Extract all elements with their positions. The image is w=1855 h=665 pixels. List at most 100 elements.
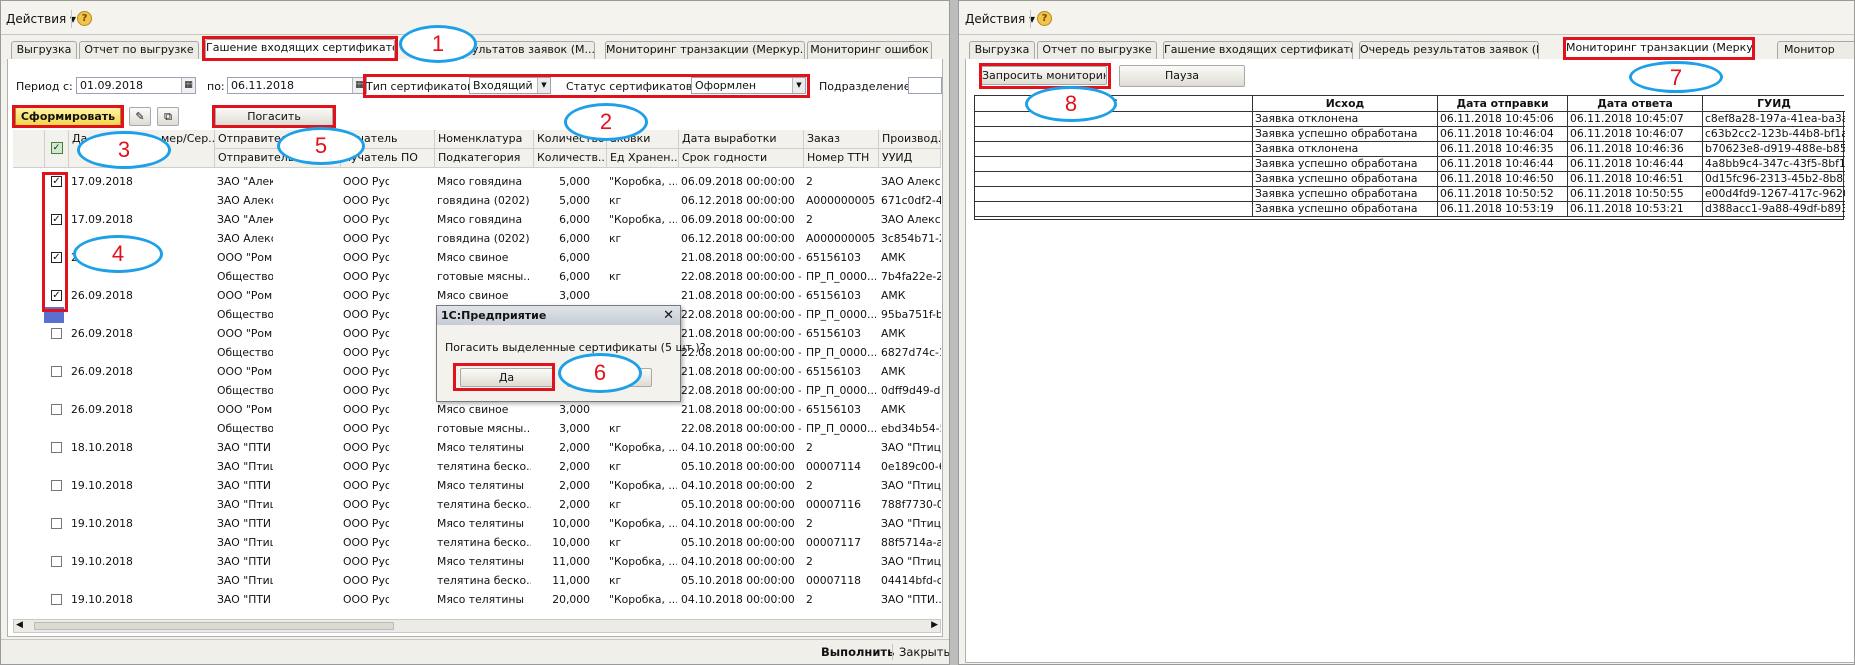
table-row[interactable]: ЗАО "Птиц ООО Руси телятина беско... 10,000… — [13, 535, 941, 551]
grid-header-production-date[interactable]: Дата выработки — [679, 130, 804, 149]
horizontal-scrollbar[interactable]: ◀ ▶ — [13, 619, 941, 633]
calendar-icon[interactable]: ▦ — [352, 78, 366, 93]
table-row[interactable]: 19.10.2018 ЗАО "ПТИ ООО Руси Мясо телятины 1… — [13, 516, 941, 532]
table-row[interactable]: 19.10.2018 ЗАО "ПТИ ООО Руси Мясо телятины 2… — [13, 478, 941, 494]
row-checkbox[interactable] — [51, 556, 62, 567]
tab-transaction-monitoring[interactable]: Мониторинг транзакции (Меркур... — [1565, 39, 1753, 60]
redeem-button[interactable]: Погасить — [215, 107, 333, 126]
cert-type-select[interactable]: Входящий ▼ — [469, 77, 551, 94]
tab-export[interactable]: Выгрузка — [11, 41, 77, 59]
scroll-left-icon[interactable]: ◀ — [16, 620, 23, 630]
grid-header-storage-unit[interactable]: Ед Хранен... — [607, 149, 679, 168]
table-row[interactable]: Общество ООО Руси готовые мясны... 3,000 кг 2… — [13, 421, 941, 437]
row-date: 18.10.2018 — [71, 441, 133, 454]
cell: ООО Руси — [343, 232, 389, 245]
tab-export-report[interactable]: Отчет по выгрузке — [1037, 41, 1157, 59]
table-row[interactable]: ЗАО "Птиц ООО Руси телятина беско... 11,000… — [13, 573, 941, 589]
table-row[interactable]: ЗАО Алекс ООО Руси говядина (0202) 5,000 кг 0… — [13, 193, 941, 209]
period-to-field[interactable]: 06.11.2018 ▦ — [227, 77, 367, 94]
tab-results-queue[interactable]: зультатов заявок (М... — [463, 41, 595, 59]
tab-redeem-incoming[interactable]: Гашение входящих сертификатов — [1163, 41, 1353, 59]
check-all-icon[interactable]: ✓ — [45, 130, 69, 168]
cell: 2 — [806, 593, 813, 606]
pause-button[interactable]: Пауза — [1119, 65, 1245, 87]
row-checkbox[interactable]: ✓ — [51, 176, 62, 187]
cell: Мясо свиное — [437, 403, 509, 416]
period-from-field[interactable]: 01.09.2018 ▦ — [76, 77, 196, 94]
table-row[interactable]: ЗАО "Птиц ООО Руси телятина беско... 2,000 к… — [13, 497, 941, 513]
row-checkbox[interactable] — [51, 442, 62, 453]
cell: Заявка отклонена — [1253, 112, 1438, 127]
generate-button[interactable]: Сформировать — [15, 107, 121, 126]
cell: Мясо телятины — [437, 555, 525, 568]
table-row[interactable]: ✓ 26.09.2018 ООО "Ром ООО Руси Мясо свиное 3,… — [13, 288, 941, 304]
grid-header-shelf-life[interactable]: Срок годности — [679, 149, 804, 168]
grid-header-nomenclature[interactable]: Номенклатура — [435, 130, 534, 149]
cell: АМК — [881, 365, 906, 378]
table-row[interactable]: Заявка успешно обработана 06.11.2018 10:5… — [975, 202, 1845, 217]
grid-header-quantity2[interactable]: Количеств... — [534, 149, 607, 168]
help-icon[interactable]: ? — [77, 11, 92, 26]
row-checkbox[interactable]: ✓ — [51, 214, 62, 225]
cell: кг — [609, 270, 622, 283]
tab-error-monitoring[interactable]: Мониторинг ошибок — [807, 41, 932, 59]
request-monitoring-button[interactable]: Запросить мониторинг — [981, 66, 1107, 85]
tab-results-queue[interactable]: Очередь результатов заявок (М... — [1359, 41, 1539, 59]
table-row[interactable]: Заявка успешно обработана 06.11.2018 10:5… — [975, 187, 1845, 202]
row-selector[interactable] — [44, 307, 64, 323]
scroll-thumb[interactable] — [34, 622, 394, 630]
row-checkbox[interactable]: ✓ — [51, 290, 62, 301]
table-row[interactable]: Заявка успешно обработана 06.11.2018 10:4… — [975, 172, 1845, 187]
division-field[interactable] — [908, 77, 942, 94]
tab-error-monitoring[interactable]: Монитор — [1777, 41, 1854, 59]
close-button[interactable]: Закрыть — [899, 645, 949, 659]
grid-header-uuid[interactable]: УУИД — [879, 149, 941, 168]
row-checkbox[interactable] — [51, 518, 62, 529]
row-checkbox[interactable]: ✓ — [51, 252, 62, 263]
table-row[interactable]: Заявка успешно обработана 06.11.2018 10:4… — [975, 157, 1845, 172]
table-row[interactable]: ✓ 17.09.2018 ЗАО "Алек ООО Руси Мясо говядин… — [13, 174, 941, 190]
tab-export-report[interactable]: Отчет по выгрузке — [79, 41, 199, 59]
tab-redeem-incoming[interactable]: Гашение входящих сертификатов — [205, 39, 395, 60]
table-row[interactable]: 19.10.2018 ЗАО "ПТИ ООО Руси Мясо телятины 1… — [13, 554, 941, 570]
row-checkbox[interactable] — [51, 366, 62, 377]
grid-header-producer[interactable]: Производ... — [879, 130, 941, 149]
scroll-right-icon[interactable]: ▶ — [931, 620, 938, 630]
grid-header-subcategory[interactable]: Подкатегория — [435, 149, 534, 168]
table-row[interactable]: Общество ООО Руси готовые мясны... 6,000 кг 2… — [13, 269, 941, 285]
row-checkbox[interactable] — [51, 328, 62, 339]
help-icon[interactable]: ? — [1037, 11, 1052, 26]
table-row[interactable]: ЗАО "Птиц ООО Руси телятина беско... 2,000 к… — [13, 459, 941, 475]
cert-status-select[interactable]: Оформлен ▼ — [691, 77, 806, 94]
copy-icon[interactable]: ⧉ — [157, 107, 179, 126]
row-checkbox[interactable] — [51, 480, 62, 491]
actions-menu[interactable]: Действия ▾ — [6, 12, 76, 26]
dialog-yes-button[interactable]: Да — [460, 368, 553, 387]
table-row[interactable]: 19.10.2018 ЗАО "ПТИ ООО Руси Мясо телятины 2… — [13, 592, 941, 608]
row-checkbox[interactable] — [51, 404, 62, 415]
cell: ПР_П_0000... — [806, 346, 876, 359]
col-header-sent-date[interactable]: Дата отправки — [1438, 96, 1568, 112]
execute-button[interactable]: Выполнить — [821, 645, 894, 659]
chevron-down-icon[interactable]: ▼ — [537, 78, 550, 93]
actions-menu[interactable]: Действия ▾ — [965, 12, 1035, 26]
row-checkbox[interactable] — [51, 594, 62, 605]
calendar-icon[interactable]: ▦ — [181, 78, 195, 93]
table-row[interactable]: 18.10.2018 ЗАО "ПТИ ООО Руси Мясо телятины 2… — [13, 440, 941, 456]
table-row[interactable]: ✓ 17.09.2018 ЗАО "Алек ООО Руси Мясо говядин… — [13, 212, 941, 228]
table-row[interactable]: Заявка успешно обработана 06.11.2018 10:4… — [975, 127, 1845, 142]
chevron-down-icon[interactable]: ▼ — [792, 78, 805, 93]
tab-export[interactable]: Выгрузка — [969, 41, 1035, 59]
col-header-outcome[interactable]: Исход — [1253, 96, 1438, 112]
tab-transaction-monitoring[interactable]: Мониторинг транзакции (Меркур... — [605, 41, 805, 59]
close-icon[interactable]: ✕ — [663, 308, 674, 323]
table-row[interactable]: Заявка отклонена 06.11.2018 10:46:35 06.11… — [975, 142, 1845, 157]
col-header-guid[interactable]: ГУИД — [1703, 96, 1845, 112]
table-row[interactable]: 26.09.2018 ООО "Ром ООО Руси Мясо свиное 3,0… — [13, 402, 941, 418]
grid-header-ttn[interactable]: Номер ТТН — [804, 149, 879, 168]
callout-6: 6 — [558, 353, 642, 393]
col-header-response-date[interactable]: Дата ответа — [1568, 96, 1703, 112]
cell: 00007114 — [806, 460, 861, 473]
edit-icon[interactable]: ✎ — [129, 107, 151, 126]
grid-header-order[interactable]: Заказ — [804, 130, 879, 149]
